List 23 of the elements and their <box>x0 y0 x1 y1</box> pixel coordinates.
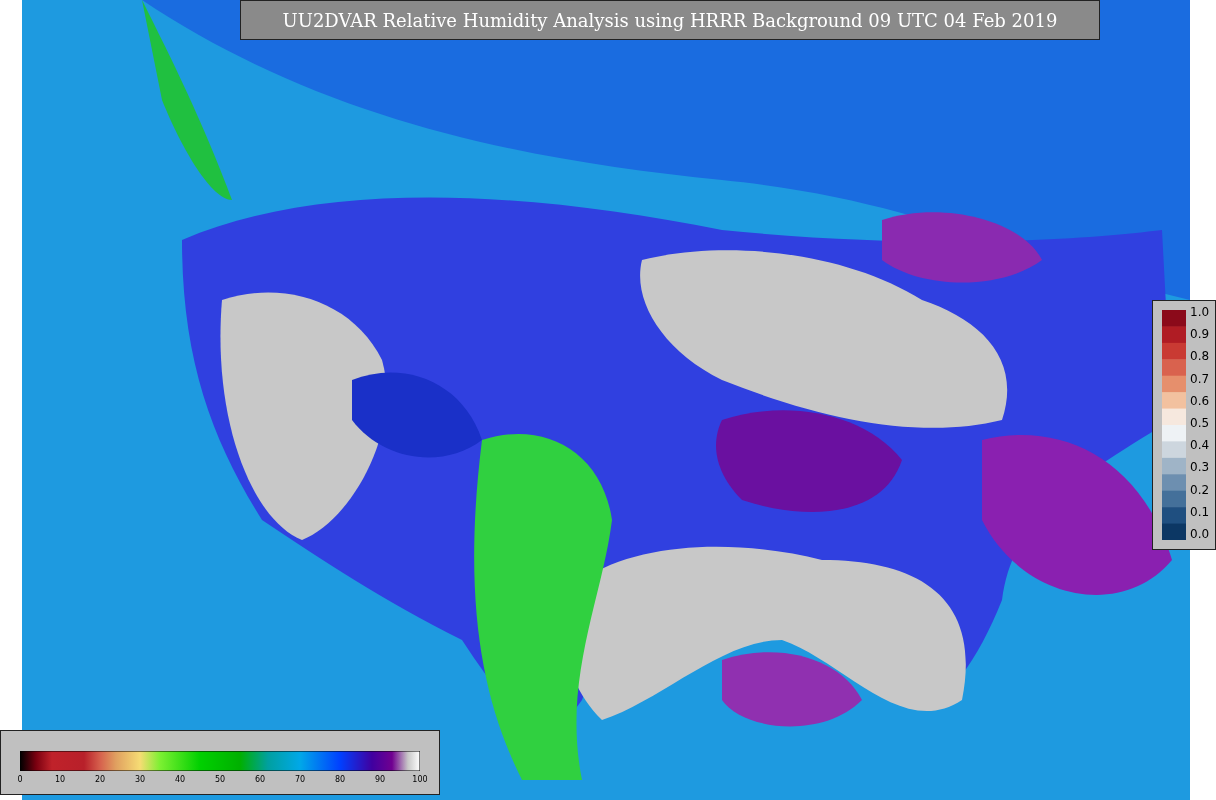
scale-label: 40 <box>174 775 186 784</box>
scale-label: 60 <box>254 775 266 784</box>
scale-label: 100 <box>412 775 428 784</box>
scale-label: 0.6 <box>1190 394 1210 407</box>
scale-label: 0.2 <box>1190 483 1210 496</box>
scale-label: 1.0 <box>1190 306 1210 318</box>
scale-label: 90 <box>374 775 386 784</box>
scale-label: 20 <box>94 775 106 784</box>
scale-label: 0.3 <box>1190 461 1210 474</box>
scale-label: 0 <box>17 775 23 784</box>
scale-label: 30 <box>134 775 146 784</box>
scale-label: 0.5 <box>1190 416 1210 429</box>
scale-label: 0.9 <box>1190 328 1210 341</box>
scale-label: 0.4 <box>1190 439 1210 452</box>
scale-label: 80 <box>334 775 346 784</box>
scale-label: 0.8 <box>1190 350 1210 363</box>
scale-label: 10 <box>54 775 66 784</box>
scale-label: 0.0 <box>1190 527 1210 540</box>
scale-label: 70 <box>294 775 306 784</box>
scale-label: 0.1 <box>1190 505 1210 518</box>
chart-title: UU2DVAR Relative Humidity Analysis using HRRR Background 09 UTC 04 Feb 2019 <box>240 0 1100 40</box>
scale-label: 0.7 <box>1190 372 1210 385</box>
scale-label: 50 <box>214 775 226 784</box>
